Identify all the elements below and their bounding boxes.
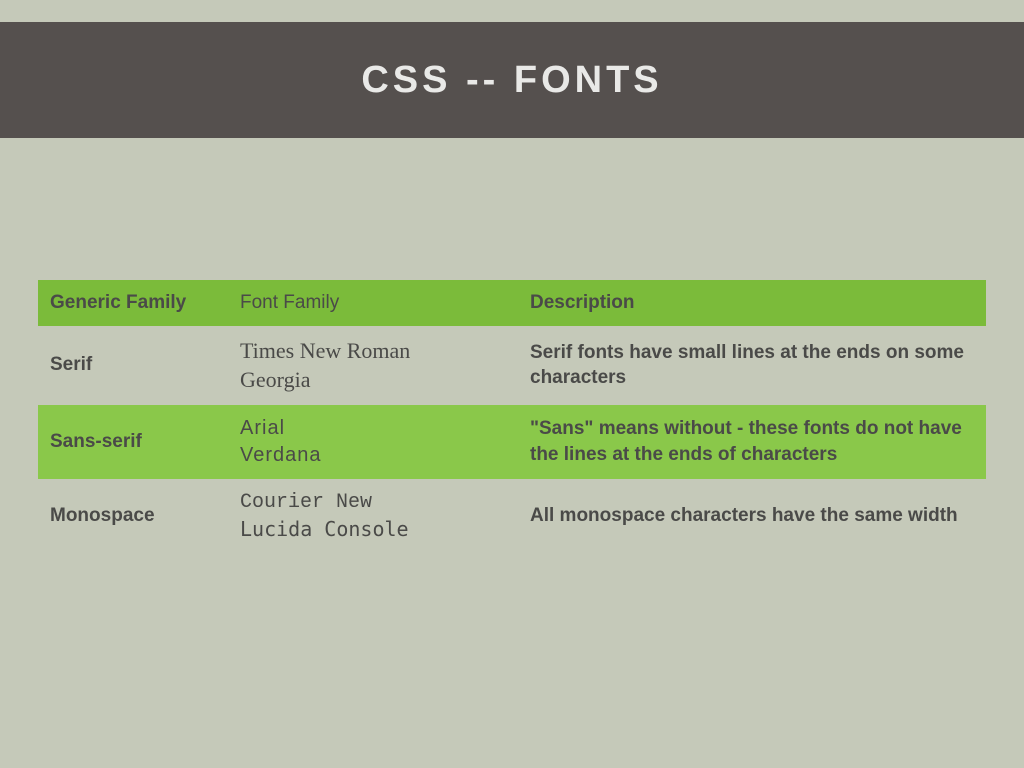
- font-sample: Georgia: [240, 365, 506, 395]
- content-area: Generic family Font family Description S…: [38, 280, 986, 553]
- cell-font-family: Times New Roman Georgia: [228, 326, 518, 405]
- cell-description: All monospace characters have the same w…: [518, 479, 986, 553]
- font-sample: Lucida Console: [240, 516, 506, 543]
- cell-description: Serif fonts have small lines at the ends…: [518, 326, 986, 405]
- table-header-row: Generic family Font family Description: [38, 280, 986, 326]
- cell-description: "Sans" means without - these fonts do no…: [518, 405, 986, 479]
- header-generic-family: Generic family: [38, 280, 228, 326]
- font-sample: Verdana: [240, 442, 506, 469]
- slide: CSS -- Fonts Generic family Font family …: [0, 0, 1024, 768]
- cell-generic-family: Serif: [38, 326, 228, 405]
- table-row: Sans-serif Arial Verdana "Sans" means wi…: [38, 405, 986, 479]
- font-sample: Times New Roman: [240, 336, 506, 366]
- page-title: CSS -- Fonts: [361, 59, 662, 102]
- fonts-table: Generic family Font family Description S…: [38, 280, 986, 553]
- cell-generic-family: Sans-serif: [38, 405, 228, 479]
- font-sample: Arial: [240, 415, 506, 442]
- cell-generic-family: Monospace: [38, 479, 228, 553]
- cell-font-family: Courier New Lucida Console: [228, 479, 518, 553]
- title-band: CSS -- Fonts: [0, 22, 1024, 138]
- header-description: Description: [518, 280, 986, 326]
- table-row: Serif Times New Roman Georgia Serif font…: [38, 326, 986, 405]
- cell-font-family: Arial Verdana: [228, 405, 518, 479]
- header-font-family: Font family: [228, 280, 518, 326]
- font-sample: Courier New: [240, 489, 506, 516]
- table-row: Monospace Courier New Lucida Console All…: [38, 479, 986, 553]
